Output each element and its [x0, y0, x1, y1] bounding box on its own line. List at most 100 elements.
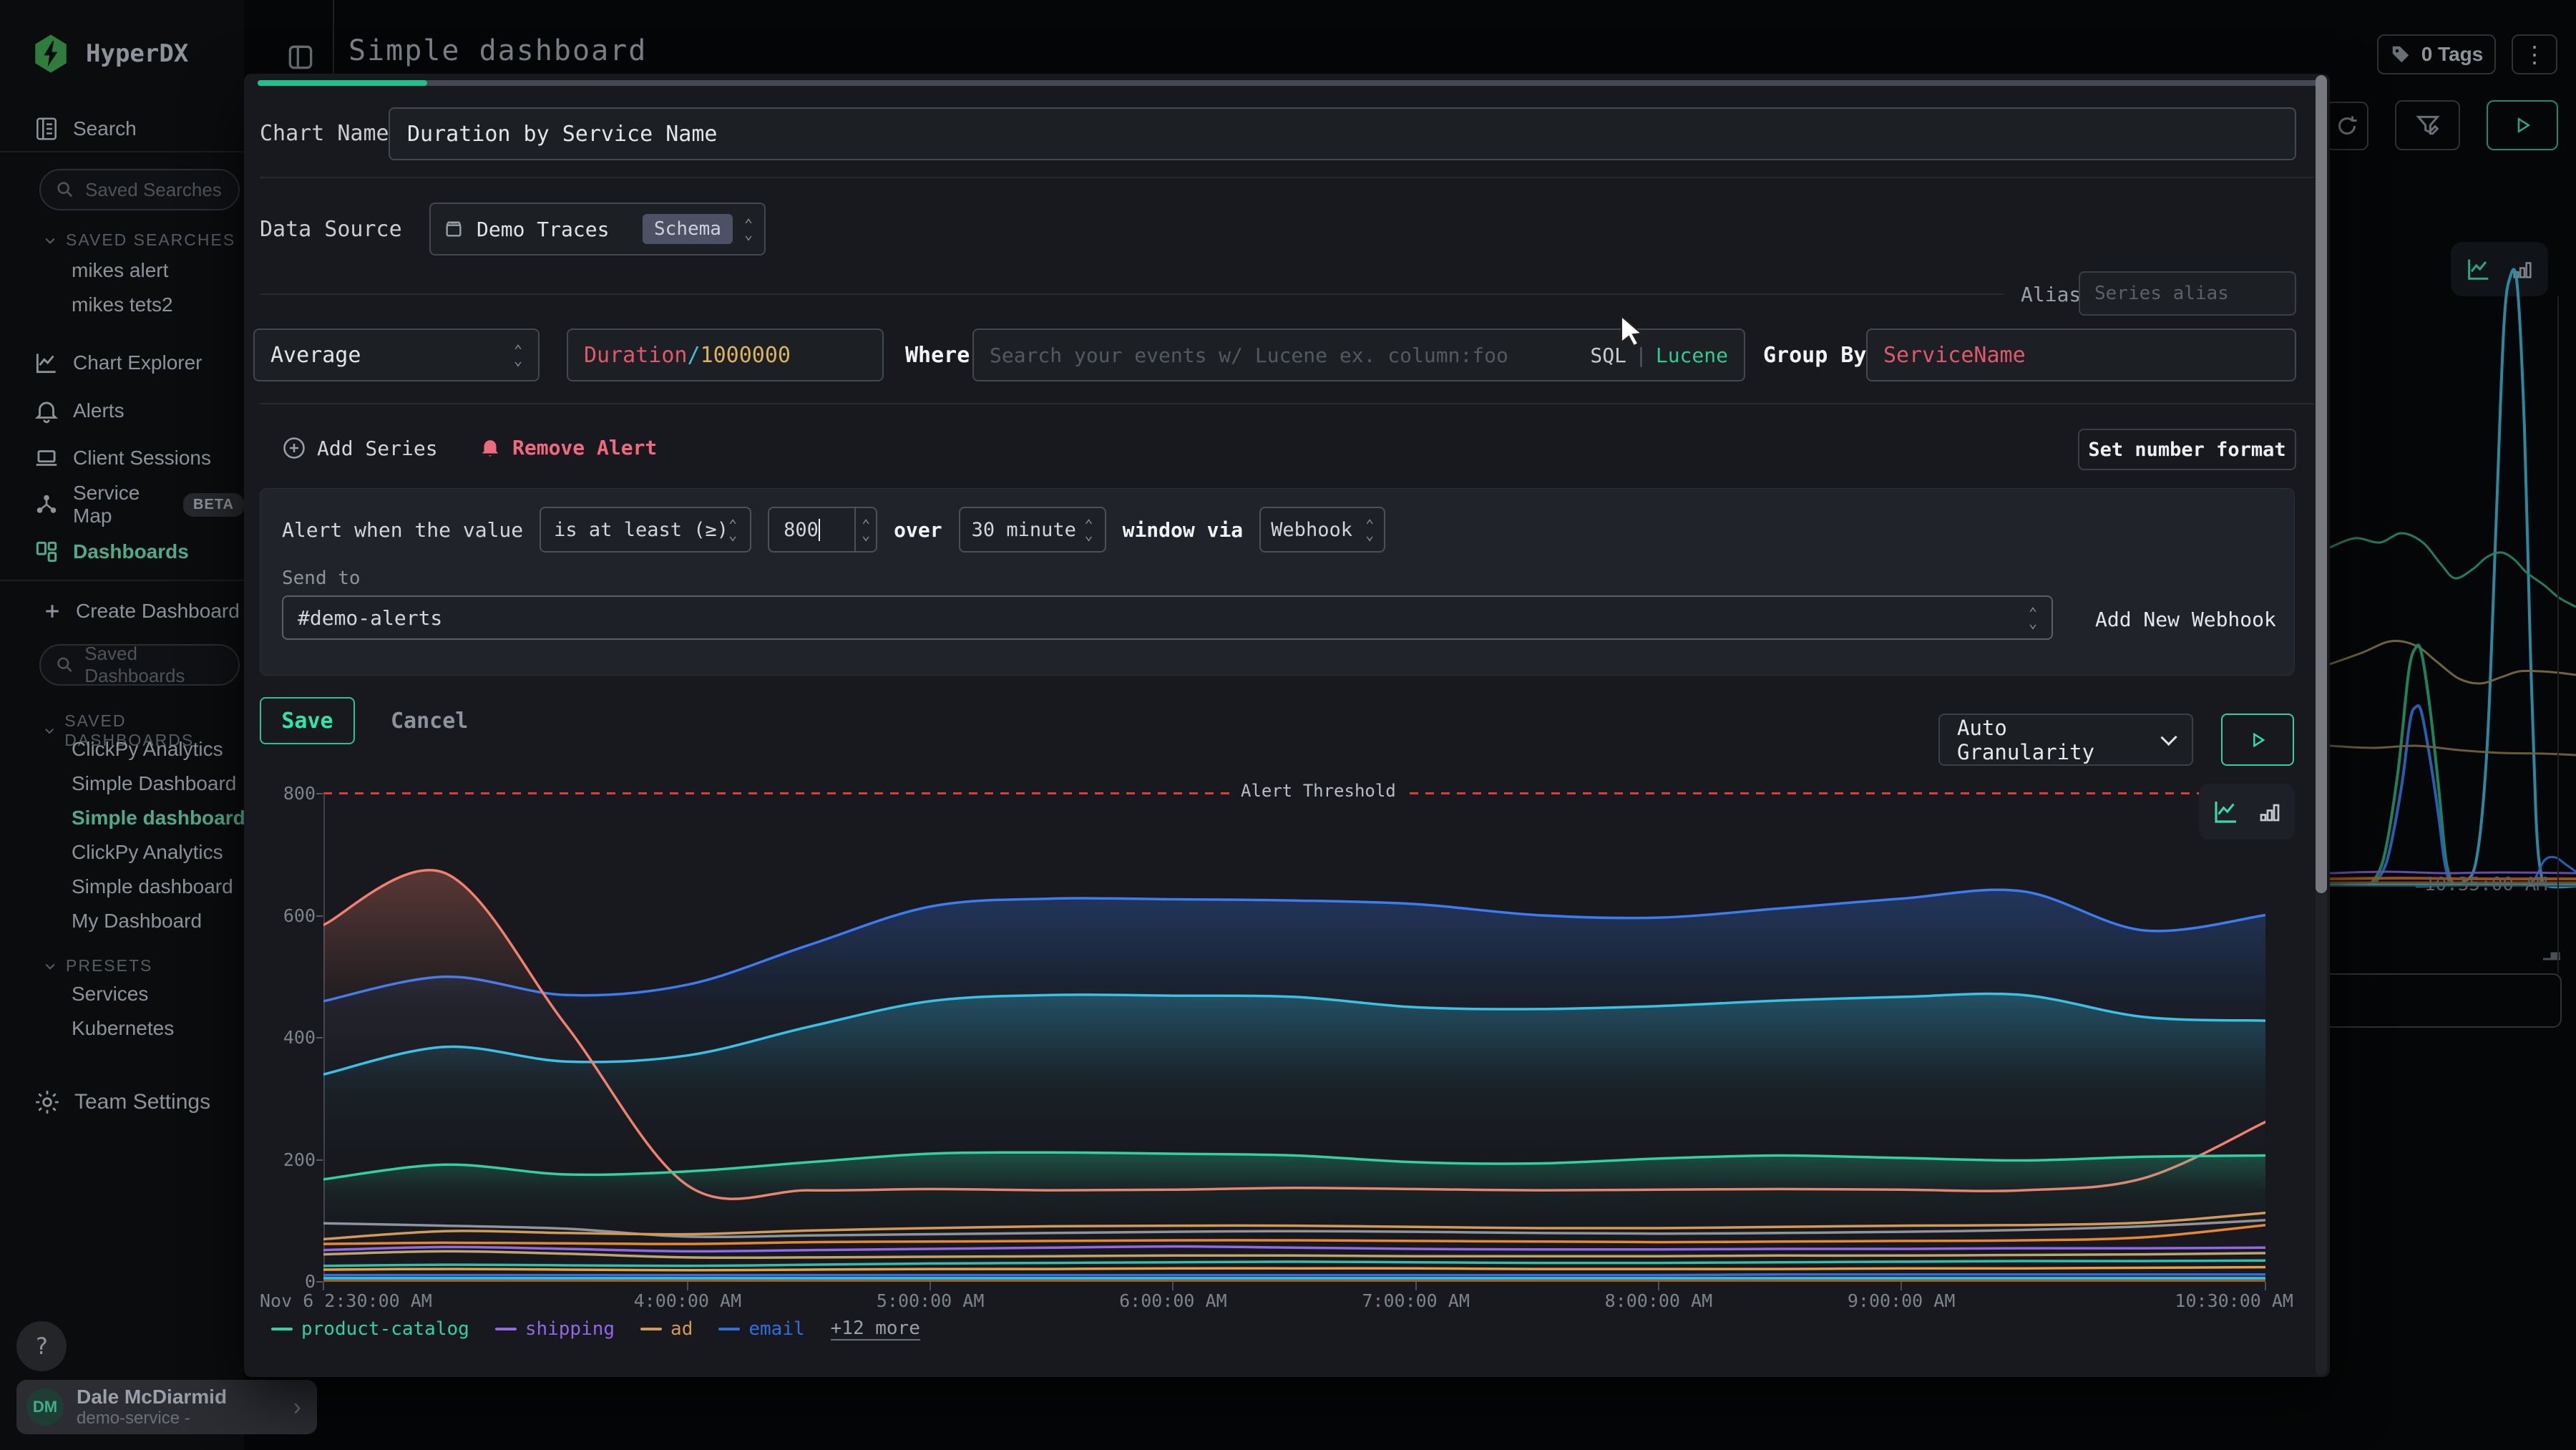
add-new-webhook-button[interactable]: Add New Webhook — [2095, 608, 2276, 631]
chart-line-icon — [33, 349, 60, 376]
run-query-button-bg[interactable] — [2487, 100, 2558, 150]
language-sql[interactable]: SQL — [1590, 344, 1626, 367]
language-lucene[interactable]: Lucene — [1656, 344, 1728, 367]
y-tick-mark — [316, 793, 323, 794]
cancel-button[interactable]: Cancel — [391, 697, 468, 744]
sidebar-item-team-settings[interactable]: Team Settings — [0, 1088, 244, 1116]
legend-label[interactable]: +12 more — [831, 1318, 920, 1340]
modal-scrollbar[interactable] — [2316, 75, 2327, 1376]
chart-name-label: Chart Name — [260, 121, 389, 146]
beta-badge: BETA — [183, 493, 244, 517]
list-item[interactable]: My Dashboard — [0, 904, 244, 938]
saved-dashboards-input[interactable]: Saved Dashboards — [39, 644, 240, 686]
sidebar-divider — [0, 580, 244, 581]
collapse-panel-icon — [285, 42, 316, 73]
list-item[interactable]: mikes tets2 — [0, 288, 244, 322]
where-label: Where — [905, 343, 970, 368]
chevron-updown-icon: ⌃⌄ — [2029, 608, 2037, 628]
x-tick-mark — [1172, 1282, 1174, 1290]
list-item[interactable]: ClickPy Analytics — [0, 835, 244, 870]
tags-button[interactable]: 0 Tags — [2377, 34, 2496, 74]
duration-chart — [323, 794, 2265, 1282]
alert-window-select[interactable]: 30 minute ⌃⌄ — [959, 507, 1106, 553]
x-tick-label: 8:00:00 AM — [1605, 1290, 1713, 1311]
filter-button[interactable] — [2395, 100, 2460, 150]
x-tick-mark — [930, 1282, 931, 1290]
number-spinner[interactable]: ⌃⌄ — [854, 507, 876, 553]
chart-name-input[interactable]: Duration by Service Name — [389, 107, 2296, 160]
list-item[interactable]: Simple dashboard — [0, 801, 244, 835]
more-options-button[interactable]: ⋮ — [2512, 34, 2557, 74]
sidebar-item-client-sessions[interactable]: Client Sessions — [0, 444, 244, 472]
x-tick-mark — [1901, 1282, 1902, 1290]
remove-alert-button[interactable]: Remove Alert — [478, 435, 657, 459]
avatar: DM — [26, 1388, 64, 1426]
series-alias-input[interactable]: Series alias — [2079, 271, 2296, 316]
list-item[interactable]: Services — [0, 977, 244, 1011]
bar-chart-icon — [2257, 799, 2283, 824]
granularity-select[interactable]: Auto Granularity — [1938, 714, 2193, 766]
saved-searches-input[interactable]: Saved Searches — [39, 169, 240, 210]
sidebar-item-alerts[interactable]: Alerts — [0, 396, 244, 425]
data-source-select[interactable]: Demo Traces Schema ⌃⌄ — [429, 203, 766, 256]
sidebar-item-service-map[interactable]: Service Map BETA — [0, 490, 244, 519]
y-tick-label: 400 — [253, 1027, 316, 1048]
sidebar-item-label: Service Map — [73, 482, 170, 527]
sidebar-item-chart-explorer[interactable]: Chart Explorer — [0, 349, 244, 377]
legend-item[interactable]: +12 more — [831, 1318, 920, 1340]
page-title: Simple dashboard — [348, 34, 647, 67]
list-item[interactable]: Simple Dashboard — [0, 767, 244, 801]
legend-label: shipping — [525, 1318, 615, 1340]
presets-header[interactable]: PRESETS — [43, 956, 152, 975]
hyperdx-logo-icon — [30, 33, 72, 74]
alert-via-label: window via — [1123, 518, 1244, 542]
list-item[interactable]: ClickPy Analytics — [0, 732, 244, 767]
sidebar-item-label: Alerts — [73, 399, 125, 422]
chart-type-toggle[interactable] — [2199, 784, 2295, 840]
legend-color-dash — [495, 1328, 517, 1330]
kebab-icon: ⋮ — [2523, 41, 2546, 68]
chevron-updown-icon: ⌃⌄ — [1365, 520, 1374, 540]
group-by-input[interactable]: ServiceName — [1866, 329, 2296, 381]
line-chart-icon — [2211, 797, 2241, 827]
set-number-format-button[interactable]: Set number format — [2078, 429, 2296, 470]
sidebar-item-search[interactable]: Search — [0, 115, 244, 143]
list-item[interactable]: Simple dashboard — [0, 870, 244, 904]
data-source-label: Data Source — [260, 217, 402, 242]
formula-input[interactable]: Duration/1000000 — [567, 329, 884, 381]
chevron-updown-icon: ⌃⌄ — [514, 345, 522, 365]
background-panel-edge — [2557, 296, 2559, 973]
legend-item: shipping — [495, 1318, 615, 1340]
help-button[interactable]: ? — [16, 1321, 67, 1371]
y-tick-mark — [316, 1159, 323, 1161]
user-card[interactable]: DM Dale McDiarmid demo-service - › — [16, 1380, 317, 1434]
run-chart-button[interactable] — [2221, 714, 2294, 766]
saved-searches-header[interactable]: SAVED SEARCHES — [43, 230, 235, 250]
create-dashboard-button[interactable]: Create Dashboard — [0, 597, 244, 626]
legend-label: ad — [670, 1318, 693, 1340]
modal-scrollbar-thumb[interactable] — [2316, 75, 2327, 893]
sidebar: HyperDX Search Saved Searches SAVED SEAR… — [0, 0, 244, 1450]
list-item[interactable]: Kubernetes — [0, 1011, 244, 1046]
mouse-cursor — [1619, 315, 1647, 346]
send-to-label: Send to — [282, 568, 361, 589]
alert-threshold-input[interactable]: 800 ⌃⌄ — [768, 507, 877, 553]
search-icon — [55, 655, 74, 675]
sidebar-item-dashboards[interactable]: Dashboards — [0, 537, 244, 566]
y-tick-label: 0 — [253, 1271, 316, 1293]
legend-item: email — [718, 1318, 804, 1340]
y-tick-mark — [316, 1281, 323, 1283]
alert-condition-select[interactable]: is at least (≥) ⌃⌄ — [540, 507, 751, 553]
webhook-select[interactable]: #demo-alerts ⌃⌄ — [282, 595, 2053, 640]
save-button[interactable]: Save — [260, 697, 355, 744]
aggregation-select[interactable]: Average ⌃⌄ — [253, 329, 540, 381]
bg-x-axis-label: 10:35:00 AM — [2400, 874, 2547, 895]
bell-icon — [478, 435, 502, 459]
add-series-button[interactable]: Add Series — [281, 435, 438, 461]
list-item[interactable]: mikes alert — [0, 253, 244, 288]
refresh-button[interactable] — [2326, 102, 2368, 150]
alert-channel-select[interactable]: Webhook ⌃⌄ — [1259, 507, 1385, 553]
x-tick-label: 4:00:00 AM — [634, 1290, 742, 1311]
x-tick-mark — [1658, 1282, 1659, 1290]
brand[interactable]: HyperDX — [30, 33, 188, 74]
